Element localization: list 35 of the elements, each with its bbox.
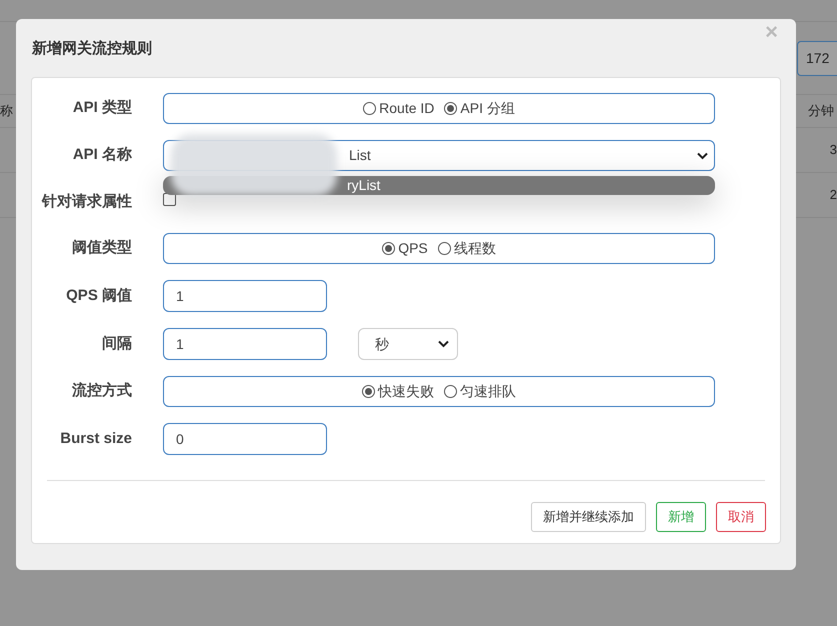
- column-header: 称: [0, 102, 13, 120]
- radio-button[interactable]: [363, 102, 376, 115]
- table-cell-text: 2: [830, 186, 837, 204]
- radio-label[interactable]: 匀速排队: [460, 381, 516, 402]
- checkbox[interactable]: [163, 193, 176, 206]
- field-label: QPS 阈值: [65, 286, 132, 306]
- text-input[interactable]: 1: [163, 328, 327, 360]
- dialog-button[interactable]: 新增并继续添加: [531, 502, 646, 532]
- radio-button[interactable]: [362, 385, 375, 398]
- radio-label[interactable]: 线程数: [454, 238, 496, 259]
- radio-button[interactable]: [438, 242, 451, 255]
- table-cell-text: 3: [830, 141, 837, 160]
- field-label: Burst size: [59, 428, 132, 449]
- radio-label[interactable]: API 分组: [460, 98, 515, 119]
- text-input[interactable]: 1: [163, 280, 327, 312]
- radio-label[interactable]: QPS: [398, 238, 428, 259]
- field-label: API 类型: [72, 98, 132, 118]
- field-label: 流控方式: [71, 381, 132, 402]
- text-input[interactable]: 0: [163, 423, 327, 455]
- column-header: 分钟: [808, 102, 835, 120]
- field-label: API 名称: [72, 145, 132, 166]
- chevron-down-icon: [697, 152, 708, 160]
- dialog-button[interactable]: 取消: [716, 502, 766, 532]
- search-field[interactable]: 172: [797, 40, 837, 76]
- radio-button[interactable]: [444, 385, 457, 398]
- unit-select[interactable]: 秒: [358, 328, 458, 360]
- radio-label[interactable]: Route ID: [379, 98, 434, 119]
- field-label: 针对请求属性: [40, 192, 132, 212]
- radio-button[interactable]: [444, 102, 458, 115]
- radio-button[interactable]: [382, 242, 396, 255]
- field-label: 阈值类型: [71, 238, 132, 258]
- chevron-down-icon: [438, 340, 449, 348]
- field-label: 间隔: [101, 334, 132, 354]
- dialog-title: 新增网关流控规则: [32, 39, 152, 60]
- radio-label[interactable]: 快速失败: [378, 381, 434, 402]
